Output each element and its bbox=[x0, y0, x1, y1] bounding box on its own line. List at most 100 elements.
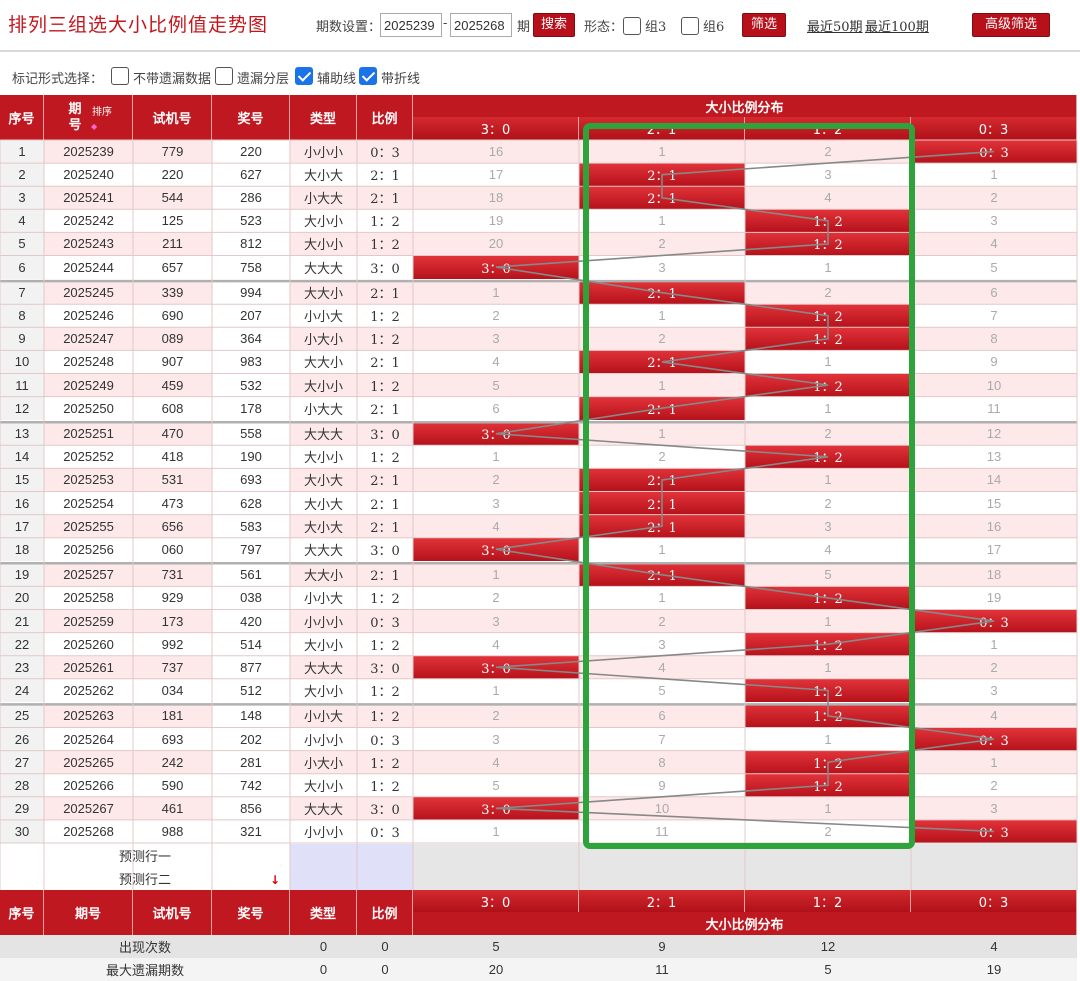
omission-cell: 2 bbox=[745, 140, 911, 164]
row-type: 小小大 bbox=[290, 304, 357, 328]
row-ratio: 3：0 bbox=[357, 796, 413, 820]
omission-cell: 5 bbox=[745, 563, 911, 587]
row-period: 2025264 bbox=[44, 727, 133, 751]
row-period: 2025243 bbox=[44, 232, 133, 256]
row-seq: 27 bbox=[0, 750, 44, 774]
row-seq: 13 bbox=[0, 422, 44, 446]
row-trial: 690 bbox=[133, 304, 212, 328]
ratio-marker: 2：1 bbox=[579, 163, 745, 187]
omission-cell: 3 bbox=[745, 514, 911, 538]
row-seq: 23 bbox=[0, 655, 44, 679]
omission-cell: 3 bbox=[911, 678, 1077, 702]
stat-ratio: 0 bbox=[357, 935, 413, 958]
omission-cell: 3 bbox=[579, 255, 745, 279]
row-trial: 929 bbox=[133, 586, 212, 610]
row-type: 大小小 bbox=[290, 232, 357, 256]
omission-cell: 1 bbox=[413, 819, 579, 843]
row-trial: 211 bbox=[133, 232, 212, 256]
omission-cell: 1 bbox=[745, 609, 911, 633]
row-prize: 286 bbox=[212, 186, 290, 210]
row-ratio: 1：2 bbox=[357, 232, 413, 256]
row-trial: 656 bbox=[133, 514, 212, 538]
omission-cell: 8 bbox=[911, 327, 1077, 351]
row-type: 大大大 bbox=[290, 255, 357, 279]
row-period: 2025267 bbox=[44, 796, 133, 820]
row-ratio: 1：2 bbox=[357, 773, 413, 797]
row-period: 2025252 bbox=[44, 445, 133, 469]
row-period: 2025261 bbox=[44, 655, 133, 679]
omission-cell: 1 bbox=[579, 373, 745, 397]
omission-cell: 8 bbox=[579, 750, 745, 774]
row-trial: 693 bbox=[133, 727, 212, 751]
row-period: 2025246 bbox=[44, 304, 133, 328]
stat-ratio: 0 bbox=[357, 958, 413, 981]
omission-cell: 2 bbox=[911, 773, 1077, 797]
omission-cell: 18 bbox=[911, 563, 1077, 587]
row-seq: 26 bbox=[0, 727, 44, 751]
row-trial: 034 bbox=[133, 678, 212, 702]
row-type: 大大小 bbox=[290, 563, 357, 587]
row-seq: 12 bbox=[0, 396, 44, 420]
ratio-marker: 2：1 bbox=[579, 350, 745, 374]
row-ratio: 2：1 bbox=[357, 514, 413, 538]
row-prize: 532 bbox=[212, 373, 290, 397]
row-type: 小小大 bbox=[290, 586, 357, 610]
ratio-marker: 0：3 bbox=[911, 819, 1077, 843]
row-type: 大大大 bbox=[290, 796, 357, 820]
row-prize: 994 bbox=[212, 281, 290, 305]
row-trial: 125 bbox=[133, 209, 212, 233]
header-distribution: 大小比例分布 bbox=[413, 95, 1077, 117]
row-prize: 523 bbox=[212, 209, 290, 233]
omission-cell: 6 bbox=[413, 396, 579, 420]
row-ratio: 0：3 bbox=[357, 140, 413, 164]
row-period: 2025239 bbox=[44, 140, 133, 164]
ratio-marker: 2：1 bbox=[579, 396, 745, 420]
header-period: 期号排序 ◆ bbox=[44, 95, 133, 140]
row-period: 2025257 bbox=[44, 563, 133, 587]
footer-trial: 试机号 bbox=[133, 890, 212, 935]
header-prize: 奖号 bbox=[212, 95, 290, 140]
row-period: 2025266 bbox=[44, 773, 133, 797]
stat-label: 出现次数 bbox=[0, 935, 290, 958]
stat-cell: 5 bbox=[745, 958, 911, 981]
row-ratio: 3：0 bbox=[357, 255, 413, 279]
row-ratio: 3：0 bbox=[357, 655, 413, 679]
row-type: 大小小 bbox=[290, 678, 357, 702]
row-ratio: 2：1 bbox=[357, 281, 413, 305]
omission-cell: 2 bbox=[745, 422, 911, 446]
row-prize: 561 bbox=[212, 563, 290, 587]
ratio-marker: 2：1 bbox=[579, 514, 745, 538]
row-prize: 202 bbox=[212, 727, 290, 751]
header-col-1: 2：1 bbox=[579, 117, 745, 140]
row-prize: 742 bbox=[212, 773, 290, 797]
ratio-marker: 3：0 bbox=[413, 537, 579, 561]
row-prize: 758 bbox=[212, 255, 290, 279]
stat-cell: 9 bbox=[579, 935, 745, 958]
row-ratio: 2：1 bbox=[357, 563, 413, 587]
header-seq: 序号 bbox=[0, 95, 44, 140]
row-seq: 29 bbox=[0, 796, 44, 820]
row-seq: 8 bbox=[0, 304, 44, 328]
row-period: 2025258 bbox=[44, 586, 133, 610]
ratio-marker: 3：0 bbox=[413, 796, 579, 820]
omission-cell: 19 bbox=[911, 586, 1077, 610]
footer-prize: 奖号 bbox=[212, 890, 290, 935]
omission-cell: 4 bbox=[579, 655, 745, 679]
sort-arrow-icon[interactable]: ◆ bbox=[91, 118, 97, 134]
omission-cell: 6 bbox=[911, 281, 1077, 305]
row-ratio: 2：1 bbox=[357, 163, 413, 187]
row-type: 小小小 bbox=[290, 140, 357, 164]
row-type: 大小小 bbox=[290, 209, 357, 233]
row-trial: 988 bbox=[133, 819, 212, 843]
omission-cell: 19 bbox=[413, 209, 579, 233]
row-seq: 17 bbox=[0, 514, 44, 538]
row-ratio: 1：2 bbox=[357, 750, 413, 774]
omission-cell: 1 bbox=[745, 796, 911, 820]
omission-cell: 7 bbox=[911, 304, 1077, 328]
scroll-down-arrow-icon[interactable]: ↓ bbox=[270, 873, 280, 887]
header-period-label-2: 号 bbox=[68, 117, 82, 133]
footer-period: 期号 bbox=[44, 890, 133, 935]
row-period: 2025265 bbox=[44, 750, 133, 774]
omission-cell: 1 bbox=[911, 750, 1077, 774]
omission-cell: 4 bbox=[413, 350, 579, 374]
